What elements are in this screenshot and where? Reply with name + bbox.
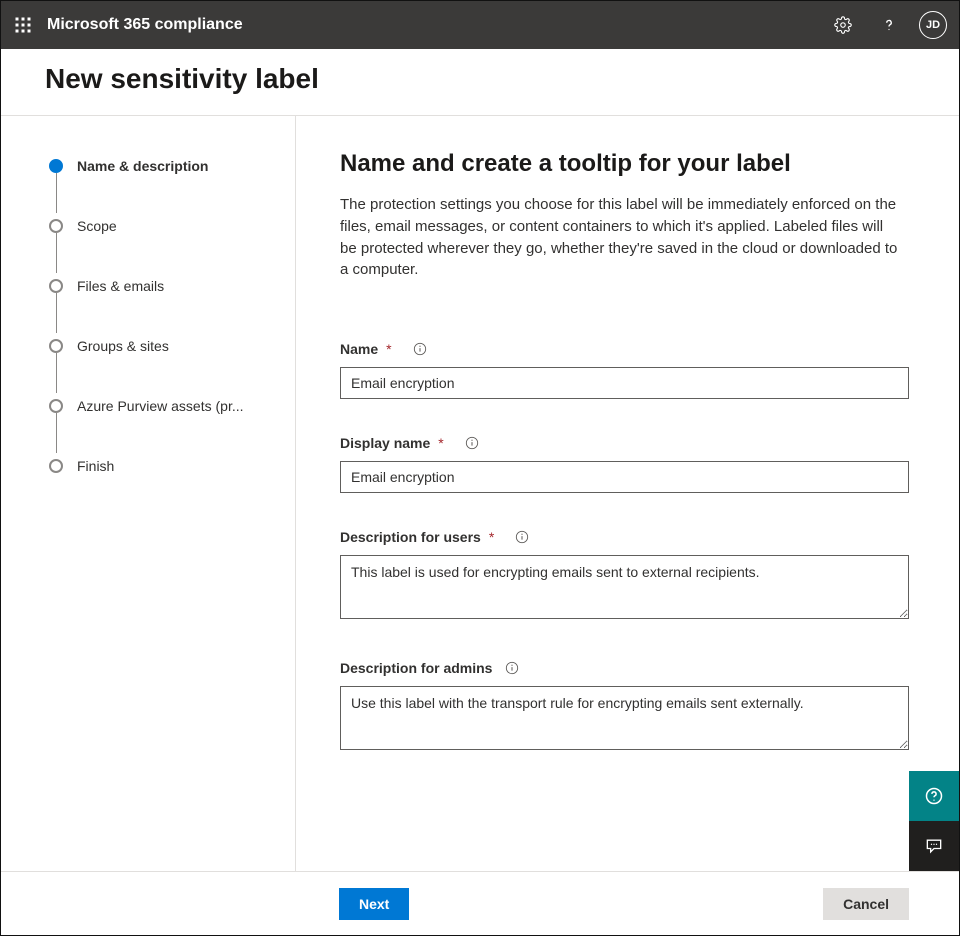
step-bullet-icon — [49, 159, 63, 173]
required-mark: * — [438, 435, 443, 451]
field-name: Name * — [340, 341, 909, 399]
step-bullet-icon — [49, 219, 63, 233]
info-icon[interactable] — [464, 435, 480, 451]
app-launcher-icon[interactable] — [13, 15, 33, 35]
step-bullet-icon — [49, 339, 63, 353]
wizard-step-label: Name & description — [77, 158, 208, 174]
wizard-step-name[interactable]: Name & description — [49, 154, 273, 178]
field-label: Display name — [340, 435, 430, 451]
description-admins-input[interactable] — [340, 686, 909, 750]
wizard-step-finish[interactable]: Finish — [49, 454, 273, 478]
page-title-row: New sensitivity label — [1, 49, 959, 116]
user-avatar[interactable]: JD — [919, 11, 947, 39]
wizard-step-label: Scope — [77, 218, 117, 234]
page-title: New sensitivity label — [45, 63, 915, 95]
field-label: Description for admins — [340, 660, 492, 676]
help-icon[interactable] — [873, 9, 905, 41]
wizard-step-files-emails[interactable]: Files & emails — [49, 274, 273, 298]
floating-help-button[interactable] — [909, 771, 959, 821]
wizard-step-purview[interactable]: Azure Purview assets (pr... — [49, 394, 273, 418]
floating-feedback-button[interactable] — [909, 821, 959, 871]
form-heading: Name and create a tooltip for your label — [340, 150, 909, 178]
wizard-nav: Name & description Scope Files & emails … — [1, 116, 296, 871]
wizard-step-scope[interactable]: Scope — [49, 214, 273, 238]
description-users-input[interactable] — [340, 555, 909, 619]
name-input[interactable] — [340, 367, 909, 399]
field-display-name: Display name * — [340, 435, 909, 493]
info-icon[interactable] — [514, 529, 530, 545]
cancel-button[interactable]: Cancel — [823, 888, 909, 920]
field-description-users: Description for users * — [340, 529, 909, 624]
field-label: Name — [340, 341, 378, 357]
next-button[interactable]: Next — [339, 888, 409, 920]
wizard-footer: Next Cancel — [1, 871, 959, 935]
wizard-step-groups-sites[interactable]: Groups & sites — [49, 334, 273, 358]
field-description-admins: Description for admins — [340, 660, 909, 755]
form-intro-text: The protection settings you choose for t… — [340, 194, 900, 281]
display-name-input[interactable] — [340, 461, 909, 493]
top-app-bar: Microsoft 365 compliance JD — [1, 1, 959, 49]
wizard-step-label: Groups & sites — [77, 338, 169, 354]
required-mark: * — [386, 341, 391, 357]
info-icon[interactable] — [504, 660, 520, 676]
step-bullet-icon — [49, 399, 63, 413]
floating-side-buttons — [909, 771, 959, 871]
settings-icon[interactable] — [827, 9, 859, 41]
product-title: Microsoft 365 compliance — [47, 16, 243, 34]
step-bullet-icon — [49, 279, 63, 293]
field-label: Description for users — [340, 529, 481, 545]
wizard-step-label: Azure Purview assets (pr... — [77, 398, 244, 414]
wizard-step-label: Files & emails — [77, 278, 164, 294]
form-area: Name and create a tooltip for your label… — [296, 116, 959, 871]
info-icon[interactable] — [412, 341, 428, 357]
wizard-step-label: Finish — [77, 458, 114, 474]
required-mark: * — [489, 529, 494, 545]
step-bullet-icon — [49, 459, 63, 473]
